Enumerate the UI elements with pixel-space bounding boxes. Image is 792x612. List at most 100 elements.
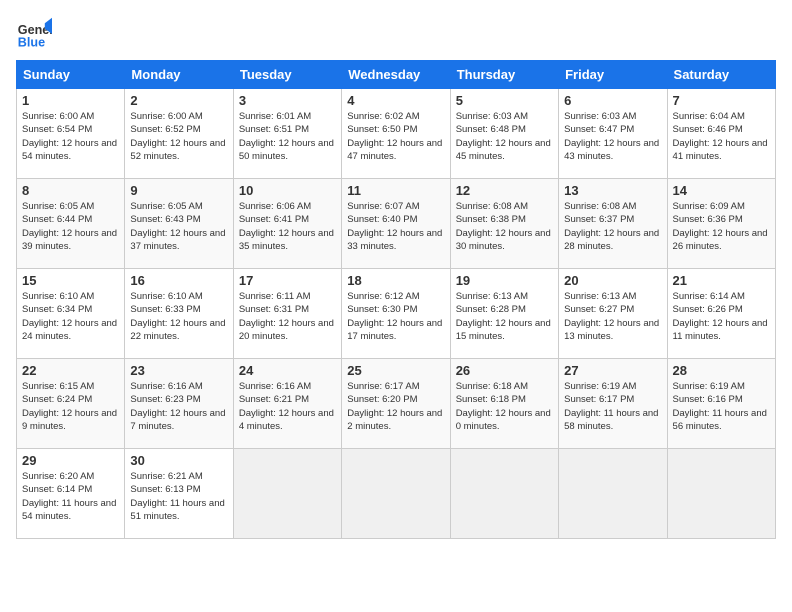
calendar-cell	[667, 449, 775, 539]
calendar-cell: 18 Sunrise: 6:12 AM Sunset: 6:30 PM Dayl…	[342, 269, 450, 359]
day-info: Sunrise: 6:05 AM Sunset: 6:44 PM Dayligh…	[22, 200, 119, 253]
day-info: Sunrise: 6:20 AM Sunset: 6:14 PM Dayligh…	[22, 470, 119, 523]
day-info: Sunrise: 6:03 AM Sunset: 6:48 PM Dayligh…	[456, 110, 553, 163]
day-info: Sunrise: 6:10 AM Sunset: 6:33 PM Dayligh…	[130, 290, 227, 343]
day-info: Sunrise: 6:13 AM Sunset: 6:27 PM Dayligh…	[564, 290, 661, 343]
calendar-cell: 29 Sunrise: 6:20 AM Sunset: 6:14 PM Dayl…	[17, 449, 125, 539]
day-info: Sunrise: 6:07 AM Sunset: 6:40 PM Dayligh…	[347, 200, 444, 253]
calendar-cell: 2 Sunrise: 6:00 AM Sunset: 6:52 PM Dayli…	[125, 89, 233, 179]
day-number: 3	[239, 93, 336, 108]
day-number: 10	[239, 183, 336, 198]
day-number: 29	[22, 453, 119, 468]
day-number: 5	[456, 93, 553, 108]
day-info: Sunrise: 6:16 AM Sunset: 6:23 PM Dayligh…	[130, 380, 227, 433]
day-number: 17	[239, 273, 336, 288]
calendar-cell: 25 Sunrise: 6:17 AM Sunset: 6:20 PM Dayl…	[342, 359, 450, 449]
calendar-cell	[559, 449, 667, 539]
calendar-cell: 4 Sunrise: 6:02 AM Sunset: 6:50 PM Dayli…	[342, 89, 450, 179]
day-info: Sunrise: 6:00 AM Sunset: 6:54 PM Dayligh…	[22, 110, 119, 163]
calendar-cell: 17 Sunrise: 6:11 AM Sunset: 6:31 PM Dayl…	[233, 269, 341, 359]
calendar-cell: 21 Sunrise: 6:14 AM Sunset: 6:26 PM Dayl…	[667, 269, 775, 359]
calendar-cell: 24 Sunrise: 6:16 AM Sunset: 6:21 PM Dayl…	[233, 359, 341, 449]
calendar-cell: 9 Sunrise: 6:05 AM Sunset: 6:43 PM Dayli…	[125, 179, 233, 269]
day-info: Sunrise: 6:10 AM Sunset: 6:34 PM Dayligh…	[22, 290, 119, 343]
calendar-body: 1 Sunrise: 6:00 AM Sunset: 6:54 PM Dayli…	[17, 89, 776, 539]
day-info: Sunrise: 6:12 AM Sunset: 6:30 PM Dayligh…	[347, 290, 444, 343]
calendar-cell: 23 Sunrise: 6:16 AM Sunset: 6:23 PM Dayl…	[125, 359, 233, 449]
calendar-cell: 20 Sunrise: 6:13 AM Sunset: 6:27 PM Dayl…	[559, 269, 667, 359]
day-number: 22	[22, 363, 119, 378]
calendar-week-row: 15 Sunrise: 6:10 AM Sunset: 6:34 PM Dayl…	[17, 269, 776, 359]
header-wednesday: Wednesday	[342, 61, 450, 89]
day-info: Sunrise: 6:02 AM Sunset: 6:50 PM Dayligh…	[347, 110, 444, 163]
day-number: 6	[564, 93, 661, 108]
day-info: Sunrise: 6:05 AM Sunset: 6:43 PM Dayligh…	[130, 200, 227, 253]
calendar-cell: 14 Sunrise: 6:09 AM Sunset: 6:36 PM Dayl…	[667, 179, 775, 269]
day-number: 26	[456, 363, 553, 378]
calendar-cell: 8 Sunrise: 6:05 AM Sunset: 6:44 PM Dayli…	[17, 179, 125, 269]
calendar-cell: 5 Sunrise: 6:03 AM Sunset: 6:48 PM Dayli…	[450, 89, 558, 179]
day-info: Sunrise: 6:15 AM Sunset: 6:24 PM Dayligh…	[22, 380, 119, 433]
day-number: 20	[564, 273, 661, 288]
calendar-week-row: 22 Sunrise: 6:15 AM Sunset: 6:24 PM Dayl…	[17, 359, 776, 449]
day-number: 1	[22, 93, 119, 108]
day-number: 14	[673, 183, 770, 198]
day-number: 27	[564, 363, 661, 378]
calendar-cell: 22 Sunrise: 6:15 AM Sunset: 6:24 PM Dayl…	[17, 359, 125, 449]
calendar-cell: 7 Sunrise: 6:04 AM Sunset: 6:46 PM Dayli…	[667, 89, 775, 179]
day-number: 11	[347, 183, 444, 198]
calendar-cell: 10 Sunrise: 6:06 AM Sunset: 6:41 PM Dayl…	[233, 179, 341, 269]
calendar-cell: 3 Sunrise: 6:01 AM Sunset: 6:51 PM Dayli…	[233, 89, 341, 179]
calendar-cell: 12 Sunrise: 6:08 AM Sunset: 6:38 PM Dayl…	[450, 179, 558, 269]
header-saturday: Saturday	[667, 61, 775, 89]
day-info: Sunrise: 6:11 AM Sunset: 6:31 PM Dayligh…	[239, 290, 336, 343]
calendar-week-row: 8 Sunrise: 6:05 AM Sunset: 6:44 PM Dayli…	[17, 179, 776, 269]
page-header: General Blue	[16, 16, 776, 52]
day-number: 23	[130, 363, 227, 378]
calendar-cell	[450, 449, 558, 539]
calendar-cell: 27 Sunrise: 6:19 AM Sunset: 6:17 PM Dayl…	[559, 359, 667, 449]
calendar-cell: 30 Sunrise: 6:21 AM Sunset: 6:13 PM Dayl…	[125, 449, 233, 539]
logo: General Blue	[16, 16, 52, 52]
day-number: 2	[130, 93, 227, 108]
calendar-cell: 13 Sunrise: 6:08 AM Sunset: 6:37 PM Dayl…	[559, 179, 667, 269]
calendar-cell: 6 Sunrise: 6:03 AM Sunset: 6:47 PM Dayli…	[559, 89, 667, 179]
day-number: 25	[347, 363, 444, 378]
header-monday: Monday	[125, 61, 233, 89]
day-info: Sunrise: 6:01 AM Sunset: 6:51 PM Dayligh…	[239, 110, 336, 163]
day-number: 28	[673, 363, 770, 378]
calendar-cell: 11 Sunrise: 6:07 AM Sunset: 6:40 PM Dayl…	[342, 179, 450, 269]
calendar-cell: 1 Sunrise: 6:00 AM Sunset: 6:54 PM Dayli…	[17, 89, 125, 179]
header-friday: Friday	[559, 61, 667, 89]
calendar-cell	[233, 449, 341, 539]
day-number: 18	[347, 273, 444, 288]
header-tuesday: Tuesday	[233, 61, 341, 89]
day-number: 19	[456, 273, 553, 288]
day-info: Sunrise: 6:17 AM Sunset: 6:20 PM Dayligh…	[347, 380, 444, 433]
calendar-cell: 16 Sunrise: 6:10 AM Sunset: 6:33 PM Dayl…	[125, 269, 233, 359]
day-number: 9	[130, 183, 227, 198]
header-sunday: Sunday	[17, 61, 125, 89]
day-info: Sunrise: 6:13 AM Sunset: 6:28 PM Dayligh…	[456, 290, 553, 343]
day-info: Sunrise: 6:19 AM Sunset: 6:17 PM Dayligh…	[564, 380, 661, 433]
day-info: Sunrise: 6:08 AM Sunset: 6:37 PM Dayligh…	[564, 200, 661, 253]
calendar-cell	[342, 449, 450, 539]
day-info: Sunrise: 6:18 AM Sunset: 6:18 PM Dayligh…	[456, 380, 553, 433]
calendar-table: SundayMondayTuesdayWednesdayThursdayFrid…	[16, 60, 776, 539]
day-number: 16	[130, 273, 227, 288]
day-number: 8	[22, 183, 119, 198]
svg-text:Blue: Blue	[18, 36, 45, 50]
calendar-cell: 15 Sunrise: 6:10 AM Sunset: 6:34 PM Dayl…	[17, 269, 125, 359]
day-info: Sunrise: 6:04 AM Sunset: 6:46 PM Dayligh…	[673, 110, 770, 163]
day-info: Sunrise: 6:03 AM Sunset: 6:47 PM Dayligh…	[564, 110, 661, 163]
calendar-header-row: SundayMondayTuesdayWednesdayThursdayFrid…	[17, 61, 776, 89]
calendar-week-row: 29 Sunrise: 6:20 AM Sunset: 6:14 PM Dayl…	[17, 449, 776, 539]
header-thursday: Thursday	[450, 61, 558, 89]
calendar-cell: 19 Sunrise: 6:13 AM Sunset: 6:28 PM Dayl…	[450, 269, 558, 359]
day-info: Sunrise: 6:19 AM Sunset: 6:16 PM Dayligh…	[673, 380, 770, 433]
day-number: 4	[347, 93, 444, 108]
day-number: 12	[456, 183, 553, 198]
day-number: 15	[22, 273, 119, 288]
logo-icon: General Blue	[16, 16, 52, 52]
day-info: Sunrise: 6:08 AM Sunset: 6:38 PM Dayligh…	[456, 200, 553, 253]
